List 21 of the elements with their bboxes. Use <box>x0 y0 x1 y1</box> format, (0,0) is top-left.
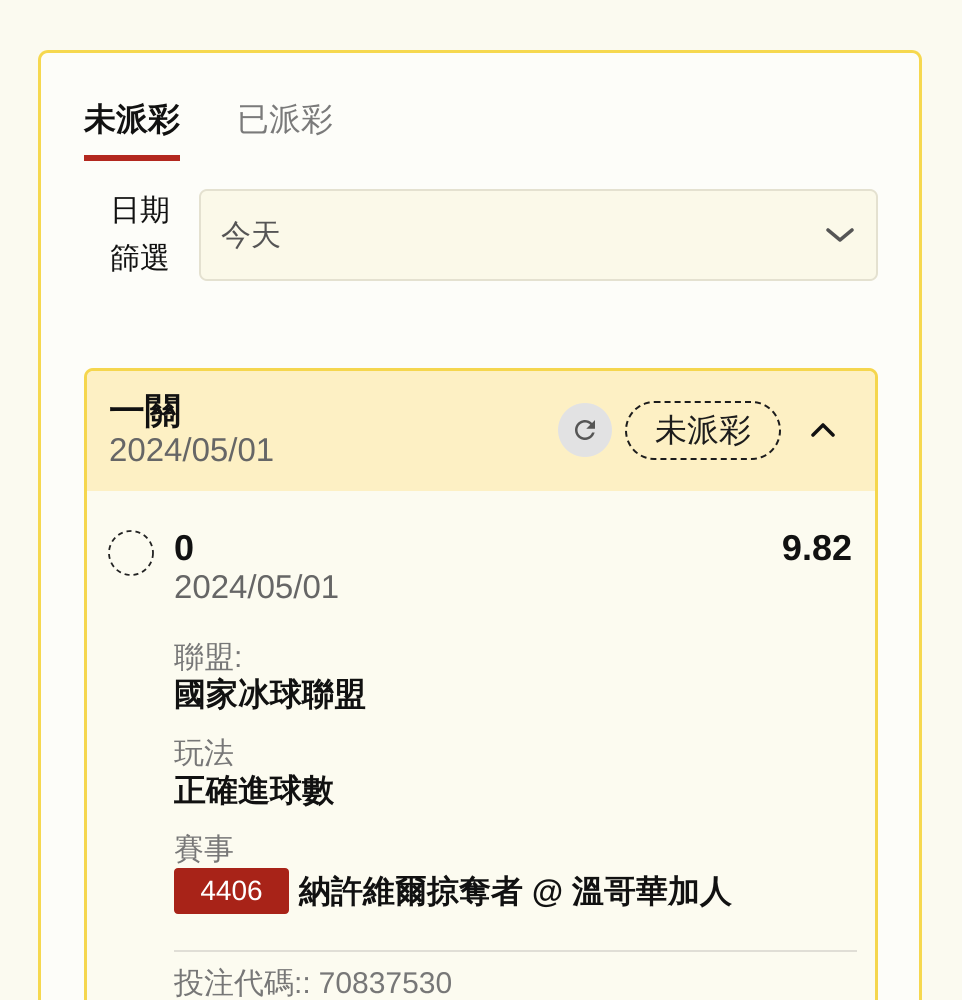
field-label: 玩法 <box>174 736 235 772</box>
match-name: 納許維爾掠奪者 @ 溫哥華加人 <box>299 873 732 909</box>
tab[interactable]: 未派彩 <box>84 100 180 161</box>
date-select[interactable]: 今天 <box>199 189 878 281</box>
date-filter-label: 日期篩選 <box>109 193 171 277</box>
chevron-down-icon <box>826 228 854 242</box>
chevron-up-icon <box>811 422 835 438</box>
bet-code-label: 投注代碼:: <box>174 968 311 1000</box>
bet-title: 一關 <box>109 391 182 431</box>
field-value: 正確進球數 <box>174 772 335 808</box>
field-label: 聯盟: <box>174 640 244 676</box>
odds-value: 9.82 <box>782 528 852 568</box>
bet-code: 70837530 <box>318 968 452 1000</box>
tab[interactable]: 已派彩 <box>237 100 333 161</box>
field-value: 國家冰球聯盟 <box>174 676 367 712</box>
field-label: 賽事 <box>174 832 235 868</box>
match-number-tag: 4406 <box>174 868 289 914</box>
selection-text: 0 <box>174 528 194 568</box>
leg-date: 2024/05/01 <box>174 568 340 606</box>
status-tag: 未派彩 <box>625 400 781 460</box>
bet-date: 2024/05/01 <box>109 431 274 469</box>
